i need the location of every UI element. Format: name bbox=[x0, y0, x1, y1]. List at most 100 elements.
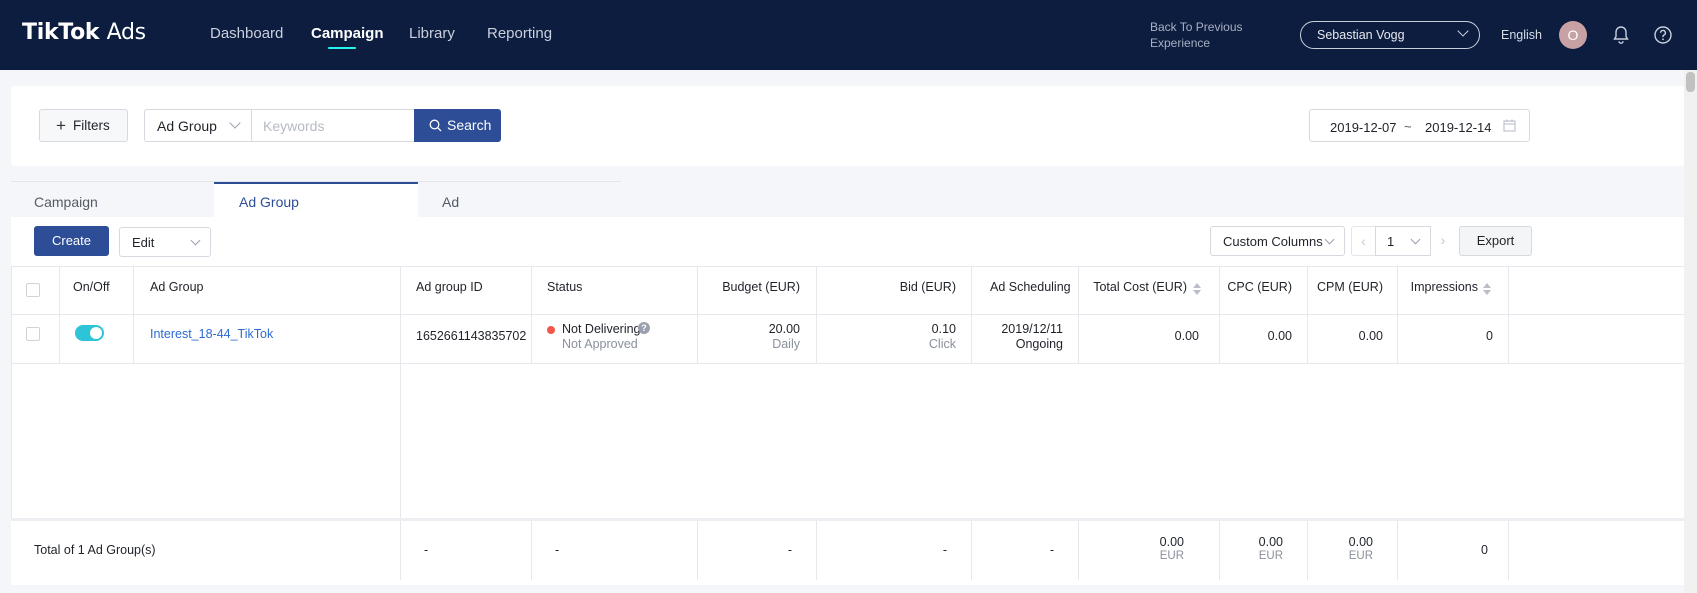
column-divider bbox=[133, 266, 134, 363]
column-header-impressions[interactable]: Impressions bbox=[1397, 280, 1478, 294]
footer-schedule: - bbox=[1049, 543, 1054, 557]
keywords-input[interactable] bbox=[251, 109, 415, 142]
schedule-status: Ongoing bbox=[1015, 337, 1063, 351]
impressions-value: 0 bbox=[1486, 329, 1493, 343]
column-header-on-off: On/Off bbox=[73, 280, 110, 294]
nav-dashboard[interactable]: Dashboard bbox=[210, 25, 283, 42]
plus-icon: + bbox=[56, 116, 66, 135]
filters-button[interactable]: + Filters bbox=[39, 109, 128, 142]
chevron-right-icon[interactable]: › bbox=[1431, 226, 1455, 256]
chevron-left-icon[interactable]: ‹ bbox=[1351, 226, 1375, 256]
status-dot-icon bbox=[547, 326, 555, 334]
chevron-down-icon bbox=[190, 235, 201, 246]
tab-ad[interactable]: Ad bbox=[442, 194, 459, 210]
column-header-ad-group: Ad Group bbox=[150, 280, 204, 294]
cpc-value: 0.00 bbox=[1267, 329, 1292, 343]
footer-cpc-currency: EUR bbox=[1258, 550, 1283, 562]
footer-total-cost-currency: EUR bbox=[1159, 550, 1184, 562]
header-divider bbox=[11, 314, 1685, 315]
footer-cpc: 0.00 bbox=[1258, 535, 1283, 549]
tiktok-ads-logo[interactable]: TikTok Ads bbox=[22, 20, 146, 45]
table-footer: Total of 1 Ad Group(s) - - - - - 0.00 EU… bbox=[11, 518, 1685, 580]
calendar-icon bbox=[1503, 119, 1516, 135]
toggle-knob bbox=[90, 327, 102, 339]
footer-cpm-currency: EUR bbox=[1348, 550, 1373, 562]
back-to-previous-experience-link[interactable]: Back To Previous Experience bbox=[1150, 19, 1260, 51]
footer-impressions: 0 bbox=[1481, 543, 1488, 557]
language-selector[interactable]: English bbox=[1501, 28, 1542, 42]
sort-icon[interactable] bbox=[1193, 283, 1201, 295]
footer-cpm: 0.00 bbox=[1348, 535, 1373, 549]
page-scrollbar[interactable] bbox=[1684, 70, 1697, 593]
column-divider bbox=[59, 266, 60, 363]
date-start: 2019-12-07 bbox=[1330, 120, 1397, 135]
avatar[interactable]: O bbox=[1559, 21, 1587, 49]
date-range-picker[interactable]: 2019-12-07 ~ 2019-12-14 bbox=[1309, 109, 1530, 142]
column-header-ad-scheduling: Ad Scheduling bbox=[990, 280, 1071, 294]
bell-icon[interactable] bbox=[1610, 24, 1632, 46]
scrollbar-thumb[interactable] bbox=[1686, 72, 1695, 92]
column-header-budget: Budget (EUR) bbox=[722, 280, 800, 294]
row-checkbox[interactable] bbox=[26, 327, 40, 341]
tab-campaign[interactable]: Campaign bbox=[34, 194, 98, 210]
column-header-status: Status bbox=[547, 280, 583, 294]
total-cost-value: 0.00 bbox=[1174, 329, 1199, 343]
custom-columns-dropdown[interactable]: Custom Columns bbox=[1210, 226, 1345, 256]
schedule-date: 2019/12/11 bbox=[1001, 322, 1063, 336]
cpm-value: 0.00 bbox=[1358, 329, 1383, 343]
footer-bid: - bbox=[942, 543, 947, 557]
nav-library[interactable]: Library bbox=[409, 25, 455, 42]
edit-dropdown[interactable]: Edit bbox=[119, 227, 211, 257]
nav-campaign[interactable]: Campaign bbox=[311, 25, 384, 42]
row-divider bbox=[11, 363, 1685, 364]
page-selector[interactable]: 1 bbox=[1375, 226, 1431, 256]
date-end: 2019-12-14 bbox=[1425, 120, 1492, 135]
nav-reporting[interactable]: Reporting bbox=[487, 25, 552, 42]
date-separator: ~ bbox=[1404, 119, 1412, 134]
help-icon[interactable]: ? bbox=[638, 322, 650, 334]
column-divider bbox=[531, 521, 532, 580]
chevron-down-icon bbox=[1457, 25, 1469, 37]
search-button[interactable]: Search bbox=[414, 109, 501, 142]
column-header-total-cost[interactable]: Total Cost (EUR) bbox=[1078, 280, 1187, 294]
help-icon[interactable] bbox=[1652, 24, 1674, 46]
status-text: Not Delivering bbox=[562, 322, 641, 336]
column-divider bbox=[400, 521, 401, 580]
nav-active-indicator bbox=[328, 47, 356, 49]
status-subtext: Not Approved bbox=[562, 337, 638, 351]
tab-ad-group[interactable]: Ad Group bbox=[239, 194, 299, 210]
column-header-ad-group-id: Ad group ID bbox=[416, 280, 483, 294]
account-name: Sebastian Vogg bbox=[1317, 28, 1405, 42]
budget-type: Daily bbox=[772, 337, 800, 351]
chevron-down-icon bbox=[229, 117, 241, 129]
table-border bbox=[11, 266, 1685, 267]
chevron-down-icon bbox=[1324, 234, 1335, 245]
export-button[interactable]: Export bbox=[1459, 226, 1532, 256]
footer-ad-group-id: - bbox=[424, 543, 429, 557]
ad-group-toggle[interactable] bbox=[75, 325, 104, 341]
column-header-cpm: CPM (EUR) bbox=[1317, 280, 1383, 294]
account-selector[interactable]: Sebastian Vogg bbox=[1300, 21, 1480, 49]
ad-group-id: 1652661143835702 bbox=[416, 329, 527, 343]
column-header-bid: Bid (EUR) bbox=[899, 280, 956, 294]
bid-type: Click bbox=[928, 337, 956, 351]
column-header-cpc: CPC (EUR) bbox=[1227, 280, 1292, 294]
chevron-down-icon bbox=[1410, 234, 1421, 245]
column-divider bbox=[1508, 521, 1509, 580]
column-divider bbox=[1508, 266, 1509, 363]
ad-group-table: On/Off Ad Group Ad group ID Status Budge… bbox=[11, 266, 1685, 585]
sort-icon[interactable] bbox=[1483, 283, 1491, 295]
budget-value: 20.00 bbox=[768, 322, 800, 336]
filter-bar: + Filters Ad Group Search 2019-12-07 ~ 2… bbox=[11, 86, 1685, 166]
footer-total-label: Total of 1 Ad Group(s) bbox=[34, 543, 156, 557]
footer-status: - bbox=[555, 543, 560, 557]
select-all-checkbox[interactable] bbox=[26, 283, 40, 297]
create-button[interactable]: Create bbox=[34, 226, 109, 256]
ad-group-name-link[interactable]: Interest_18-44_TikTok bbox=[150, 327, 273, 341]
bid-value: 0.10 bbox=[931, 322, 956, 336]
footer-budget: - bbox=[787, 543, 792, 557]
dimension-select[interactable]: Ad Group bbox=[144, 109, 251, 142]
top-navigation-bar: TikTok Ads Dashboard Campaign Library Re… bbox=[0, 0, 1697, 70]
search-icon bbox=[429, 119, 442, 135]
footer-total-cost: 0.00 bbox=[1159, 535, 1184, 549]
